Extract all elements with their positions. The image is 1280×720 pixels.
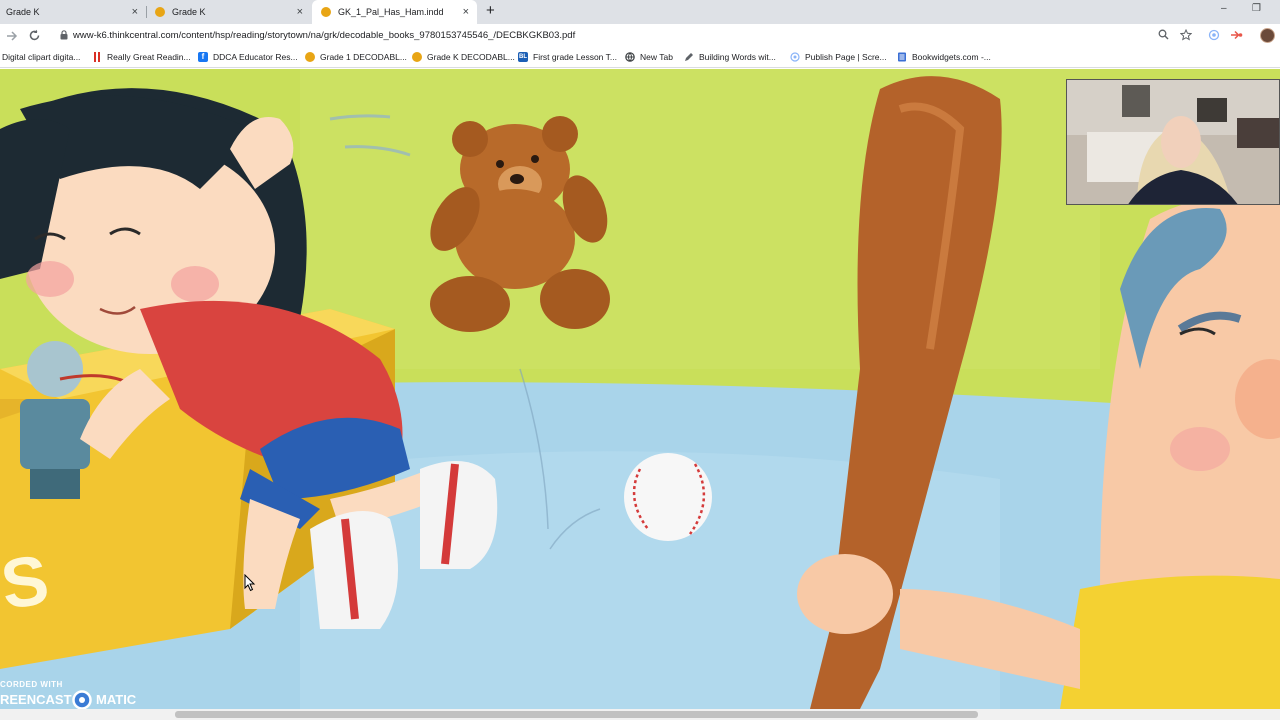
bookmark-label: Digital clipart digita... [2,52,81,62]
screencast-logo-icon [72,690,92,710]
bookmark-item[interactable]: Really Great Readin... [92,52,191,62]
bookmark-label: DDCA Educator Res... [213,52,298,62]
bookmark-label: Publish Page | Scre... [805,52,887,62]
bookmark-label: Building Words wit... [699,52,776,62]
close-tab-icon[interactable]: × [463,5,469,19]
site-favicon-icon [305,52,315,62]
bookmark-item[interactable]: f DDCA Educator Res... [198,52,298,62]
tab-label: Grade K [6,7,40,17]
watermark-matic-text: MATIC [96,692,137,707]
lock-icon[interactable] [60,30,68,40]
new-tab-button[interactable]: + [486,2,495,20]
site-favicon-icon [412,52,422,62]
bookmark-item[interactable]: Building Words wit... [684,52,776,62]
document-icon [898,52,906,62]
minimize-button[interactable]: – [1221,3,1227,14]
screencast-watermark: CORDED WITH REENCAST MATIC [0,680,140,710]
browser-toolbar: www-k6.thinkcentral.com/content/hsp/read… [0,24,1280,48]
extension-circle-icon[interactable] [1208,29,1220,41]
pencil-icon [685,53,693,61]
site-favicon-icon [155,7,165,17]
tab-strip: Grade K × Grade K × GK_1_Pal_Has_Ham.ind… [0,0,1280,24]
bookmark-label: Really Great Readin... [107,52,191,62]
bookmark-label: First grade Lesson T... [533,52,617,62]
bookmark-label: New Tab [640,52,673,62]
bookmark-item[interactable]: Digital clipart digita... [2,52,80,62]
arrow-right-icon[interactable] [6,30,18,42]
bookmark-label: Grade K DECODABL... [427,52,515,62]
tab-grade-k-2[interactable]: Grade K × [147,0,311,24]
bookmark-item[interactable]: Bookwidgets.com -... [897,52,991,62]
close-tab-icon[interactable]: × [297,5,303,19]
tab-active-pdf[interactable]: GK_1_Pal_Has_Ham.indd × [312,0,477,24]
tab-label: Grade K [172,7,206,17]
extension-arrow-icon[interactable] [1230,29,1243,41]
tab-label: GK_1_Pal_Has_Ham.indd [338,7,444,17]
reload-icon[interactable] [28,29,41,42]
baseball [624,453,712,541]
bookmark-item[interactable]: New Tab [625,52,673,62]
restore-button[interactable]: ❐ [1252,3,1261,14]
watermark-main-text: REENCAST [0,692,72,707]
watermark-top-text: CORDED WITH [0,680,63,689]
ring-icon [790,52,800,62]
tab-grade-k-1[interactable]: Grade K × [0,0,146,24]
site-favicon-icon [321,7,331,17]
zoom-icon[interactable] [1158,29,1169,40]
horizontal-scrollbar[interactable] [0,709,1280,720]
bookmark-item[interactable]: Grade K DECODABL... [412,52,515,62]
profile-avatar[interactable] [1260,28,1275,43]
scrollbar-thumb[interactable] [175,711,978,718]
close-tab-icon[interactable]: × [132,5,138,19]
bookmark-item[interactable]: Publish Page | Scre... [790,52,887,62]
square-logo-icon: BL [518,52,528,62]
bookmark-label: Grade 1 DECODABL... [320,52,407,62]
bookmarks-bar: Digital clipart digita... Really Great R… [0,48,1280,68]
bookmark-star-icon[interactable] [1180,29,1192,41]
address-bar-url[interactable]: www-k6.thinkcentral.com/content/hsp/read… [73,30,575,41]
bars-icon [94,52,100,62]
webcam-overlay [1066,79,1280,205]
webcam-feed [1067,80,1279,204]
bookmark-item[interactable]: BL First grade Lesson T... [518,52,617,62]
mouse-cursor-icon [244,574,256,592]
globe-icon [625,52,635,62]
bookmark-label: Bookwidgets.com -... [912,52,991,62]
bookmark-item[interactable]: Grade 1 DECODABL... [305,52,407,62]
facebook-icon: f [198,52,208,62]
